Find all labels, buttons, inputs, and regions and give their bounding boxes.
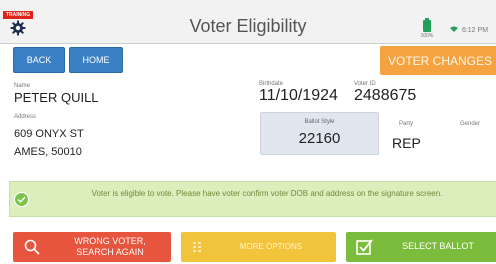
header-bar: TRAINING Voter Eligibility 100% 6:12 PM [0, 0, 496, 44]
wrong-voter-label: WRONG VOTER, SEARCH AGAIN [74, 236, 146, 257]
battery-percentage: 100% [420, 33, 434, 39]
voter-name: PETER QUILL [14, 90, 99, 105]
party-label: Party [399, 121, 414, 127]
voter-eligibility-screen: TRAINING Voter Eligibility 100% 6:12 PM … [0, 0, 496, 264]
checkbox-icon [356, 239, 373, 255]
more-options-button[interactable]: MORE OPTIONS [181, 232, 336, 262]
name-label: Name [14, 83, 31, 89]
check-circle-icon [14, 192, 29, 207]
eligibility-banner: Voter is eligible to vote. Please have v… [9, 181, 496, 217]
birthdate-value: 11/10/1924 [259, 87, 338, 104]
battery-indicator: 100% [419, 18, 435, 40]
clock-time: 6:12 PM [461, 27, 489, 34]
party-value: REP [392, 135, 421, 151]
wrong-voter-search-again-button[interactable]: WRONG VOTER, SEARCH AGAIN [13, 232, 171, 262]
ballot-style-label: Ballot Style [304, 119, 335, 125]
status-indicators: 6:12 PM [450, 26, 488, 34]
address-line-2: AMES, 50010 [14, 146, 82, 158]
voter-id-value: 2488675 [354, 87, 417, 104]
list-icon [193, 241, 201, 253]
ballot-style-box: Ballot Style 22160 [260, 112, 379, 155]
ballot-style-value: 22160 [298, 130, 341, 147]
voter-changes-button[interactable]: VOTER CHANGES [380, 46, 496, 75]
address-line-1: 609 ONYX ST [14, 128, 84, 140]
select-ballot-button[interactable]: SELECT BALLOT [346, 232, 496, 262]
gender-label: Gender [460, 121, 481, 127]
wifi-icon [450, 26, 458, 32]
home-button[interactable]: HOME [69, 47, 123, 73]
back-button[interactable]: BACK [13, 47, 65, 73]
address-label: Address [14, 114, 37, 120]
select-ballot-label: SELECT BALLOT [402, 241, 474, 251]
search-icon [24, 239, 40, 255]
battery-icon [423, 18, 431, 32]
eligibility-message: Voter is eligible to vote. Please have v… [91, 189, 443, 198]
more-options-label: MORE OPTIONS [239, 242, 303, 251]
